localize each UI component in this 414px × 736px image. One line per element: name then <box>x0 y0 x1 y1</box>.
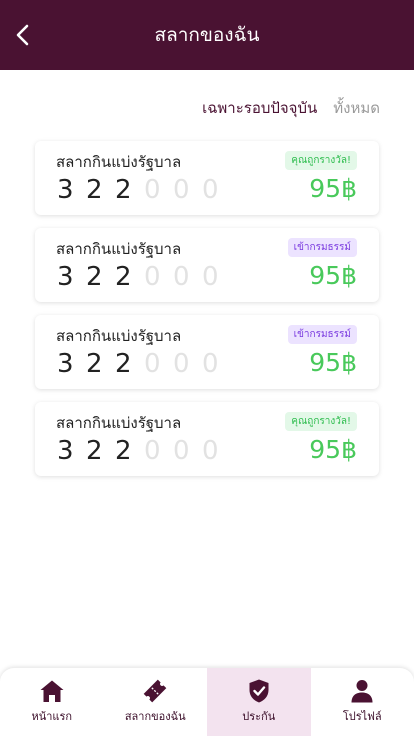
nav-item-profile[interactable]: โปรไฟล์ <box>311 668 414 736</box>
ticket-digit: 2 <box>86 436 103 466</box>
ticket-digit: 0 <box>202 436 219 466</box>
round-filter: เฉพาะรอบปัจจุบัน ทั้งหมด <box>202 96 380 120</box>
status-badge: คุณถูกรางวัล! <box>285 412 357 431</box>
back-button[interactable] <box>10 22 36 48</box>
ticket-digit: 0 <box>144 175 161 205</box>
ticket-card[interactable]: สลากกินแบ่งรัฐบาล คุณถูกรางวัล! 3 2 2 0 … <box>35 402 379 476</box>
ticket-number: 3 2 2 0 0 0 <box>57 262 231 292</box>
nav-label: โปรไฟล์ <box>342 710 382 723</box>
status-badge: เข้ากรมธรรม์ <box>287 238 357 257</box>
ticket-price: 95฿ <box>309 174 357 203</box>
ticket-digit: 0 <box>173 262 190 292</box>
ticket-card[interactable]: สลากกินแบ่งรัฐบาล เข้ากรมธรรม์ 3 2 2 0 0… <box>35 315 379 389</box>
ticket-digit: 2 <box>86 175 103 205</box>
ticket-digit: 3 <box>57 349 74 379</box>
ticket-digit: 0 <box>173 175 190 205</box>
shield-check-icon <box>249 679 269 703</box>
nav-item-insurance[interactable]: ประกัน <box>207 668 311 736</box>
ticket-price: 95฿ <box>309 348 357 377</box>
ticket-digit: 2 <box>115 436 132 466</box>
ticket-digit: 2 <box>115 349 132 379</box>
ticket-title: สลากกินแบ่งรัฐบาล <box>56 153 182 171</box>
ticket-title: สลากกินแบ่งรัฐบาล <box>56 240 182 258</box>
ticket-digit: 0 <box>202 349 219 379</box>
user-icon <box>351 680 373 703</box>
ticket-number: 3 2 2 0 0 0 <box>57 175 231 205</box>
status-badge: เข้ากรมธรรม์ <box>287 325 357 344</box>
ticket-digit: 3 <box>57 262 74 292</box>
ticket-digit: 2 <box>115 262 132 292</box>
status-badge: คุณถูกรางวัล! <box>285 151 357 170</box>
ticket-price: 95฿ <box>309 435 357 464</box>
nav-label: สลากของฉัน <box>124 710 186 723</box>
ticket-price: 95฿ <box>309 261 357 290</box>
page-title: สลากของฉัน <box>154 24 260 46</box>
bottom-nav: หน้าแรก สลากของฉัน ประกัน โปรไฟล์ <box>0 668 414 736</box>
chevron-left-icon <box>16 24 29 46</box>
nav-item-home[interactable]: หน้าแรก <box>0 668 104 736</box>
ticket-digit: 0 <box>144 262 161 292</box>
ticket-digit: 0 <box>202 262 219 292</box>
ticket-digit: 0 <box>173 436 190 466</box>
ticket-title: สลากกินแบ่งรัฐบาล <box>56 327 182 345</box>
ticket-digit: 0 <box>202 175 219 205</box>
ticket-number: 3 2 2 0 0 0 <box>57 436 231 466</box>
ticket-card[interactable]: สลากกินแบ่งรัฐบาล คุณถูกรางวัล! 3 2 2 0 … <box>35 141 379 215</box>
nav-item-my-tickets[interactable]: สลากของฉัน <box>104 668 208 736</box>
ticket-title: สลากกินแบ่งรัฐบาล <box>56 414 182 432</box>
ticket-digit: 2 <box>86 349 103 379</box>
ticket-digit: 0 <box>173 349 190 379</box>
ticket-number: 3 2 2 0 0 0 <box>57 349 231 379</box>
ticket-digit: 0 <box>144 436 161 466</box>
app-header: สลากของฉัน <box>0 0 414 70</box>
ticket-icon <box>143 679 167 703</box>
nav-label: หน้าแรก <box>31 710 73 723</box>
ticket-card[interactable]: สลากกินแบ่งรัฐบาล เข้ากรมธรรม์ 3 2 2 0 0… <box>35 228 379 302</box>
nav-label: ประกัน <box>242 710 276 723</box>
ticket-digit: 2 <box>115 175 132 205</box>
filter-current-round[interactable]: เฉพาะรอบปัจจุบัน <box>202 96 317 120</box>
filter-all[interactable]: ทั้งหมด <box>333 96 380 120</box>
home-icon <box>40 680 64 702</box>
ticket-digit: 3 <box>57 175 74 205</box>
ticket-digit: 2 <box>86 262 103 292</box>
ticket-digit: 0 <box>144 349 161 379</box>
ticket-digit: 3 <box>57 436 74 466</box>
